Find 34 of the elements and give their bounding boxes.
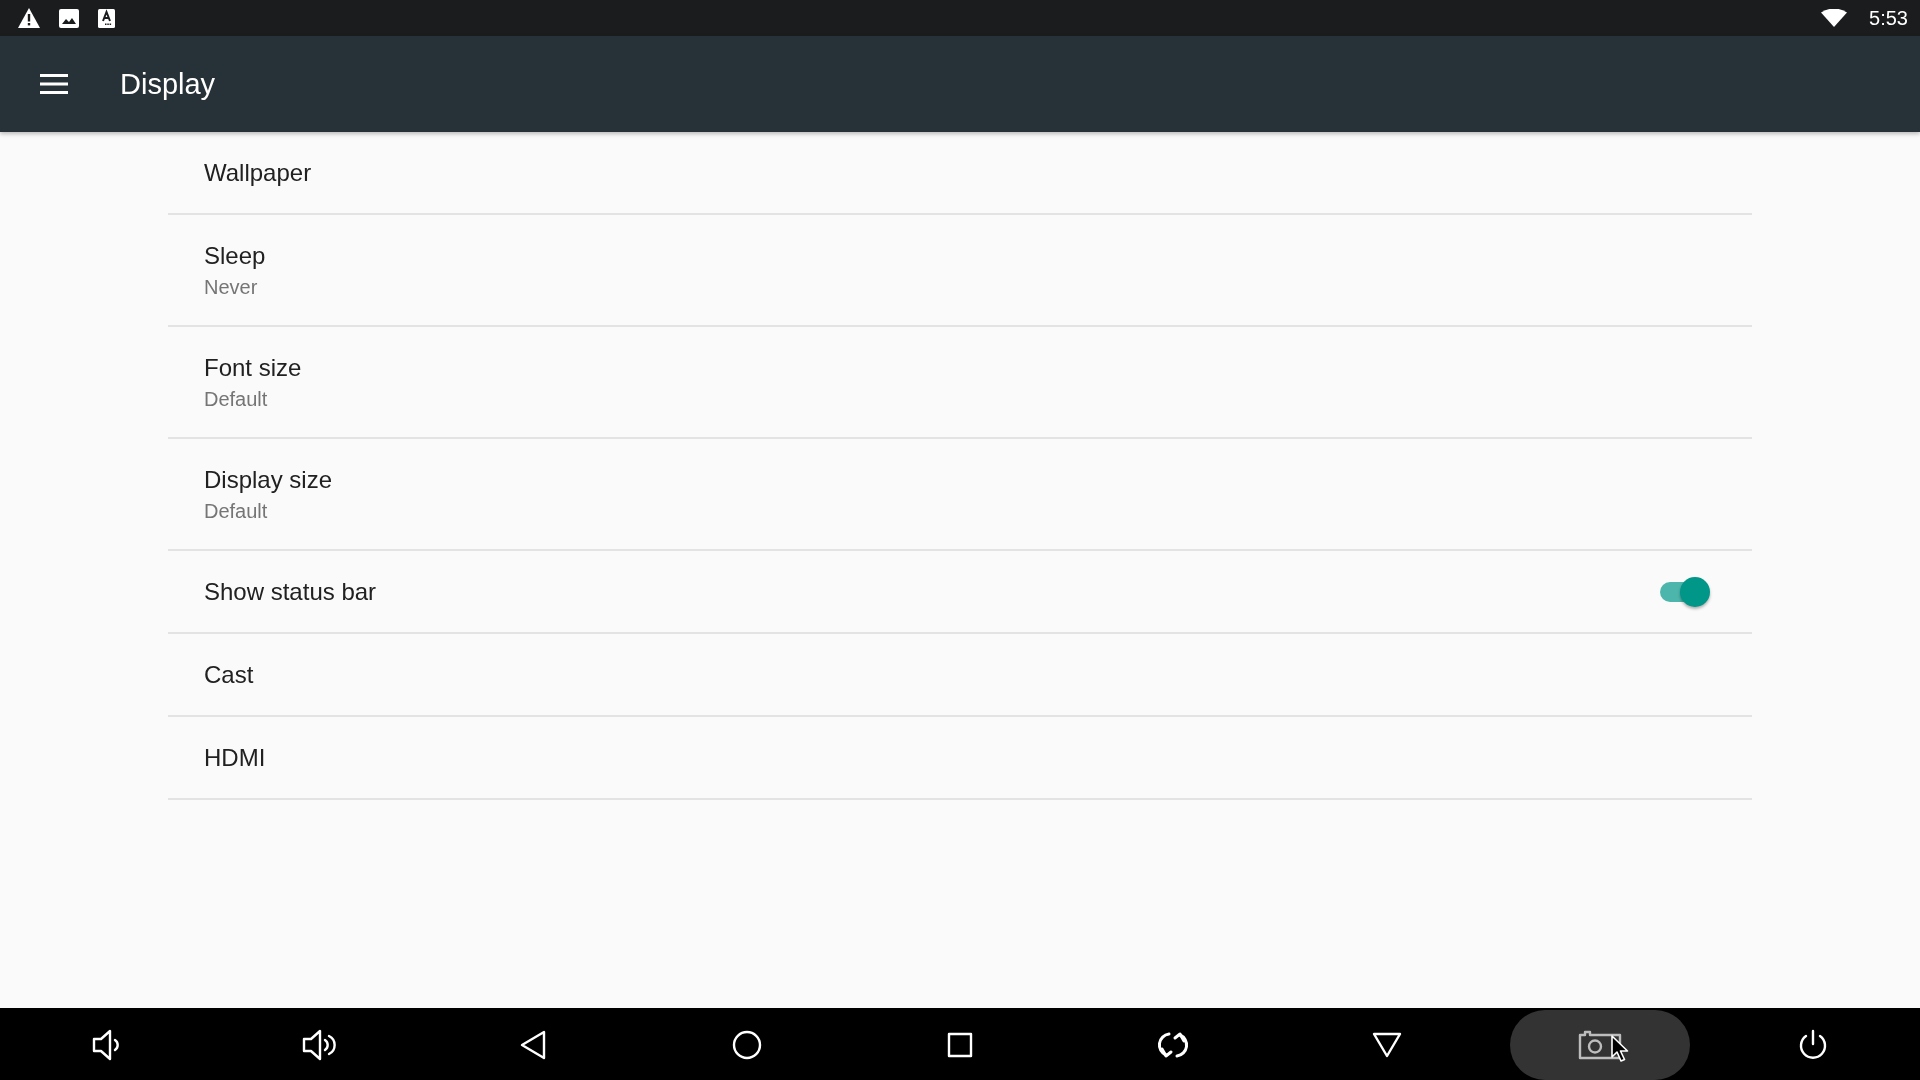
volume-down-icon [91, 1029, 122, 1061]
setting-row[interactable]: Cast [168, 634, 1752, 717]
setting-row[interactable]: Font size Default [168, 327, 1752, 439]
warning-icon [18, 8, 40, 28]
recents-icon [947, 1032, 973, 1058]
setting-title: Show status bar [204, 576, 377, 607]
app-bar-title: Display [120, 67, 216, 102]
camera-icon [1578, 1030, 1622, 1060]
letter-tile-icon [98, 8, 115, 28]
setting-title: Cast [204, 659, 254, 690]
toggle-switch[interactable] [1658, 576, 1710, 607]
back-icon [520, 1030, 547, 1060]
setting-row[interactable]: Sleep Never [168, 215, 1752, 327]
power-icon [1798, 1029, 1829, 1061]
setting-summary: Never [204, 274, 259, 300]
setting-row[interactable]: HDMI [168, 717, 1752, 800]
setting-title: Font size [204, 352, 302, 383]
menu-icon[interactable] [40, 74, 68, 94]
setting-summary: Default [204, 498, 269, 524]
mouse-cursor-icon [1611, 1035, 1629, 1063]
down-triangle-icon [1371, 1032, 1402, 1058]
image-icon [59, 8, 79, 28]
setting-row[interactable]: Show status bar [168, 551, 1752, 634]
setting-title: HDMI [204, 742, 266, 773]
setting-title: Wallpaper [204, 157, 312, 188]
setting-row[interactable]: Display size Default [168, 439, 1752, 551]
clock-time: 5:53 [1869, 6, 1908, 30]
wifi-icon [1821, 9, 1848, 27]
home-icon [731, 1030, 762, 1060]
setting-title: Display size [204, 464, 333, 495]
volume-up-icon [302, 1029, 338, 1061]
setting-title: Sleep [204, 240, 266, 271]
setting-summary: Default [204, 386, 269, 412]
setting-row[interactable]: Wallpaper [168, 132, 1752, 215]
